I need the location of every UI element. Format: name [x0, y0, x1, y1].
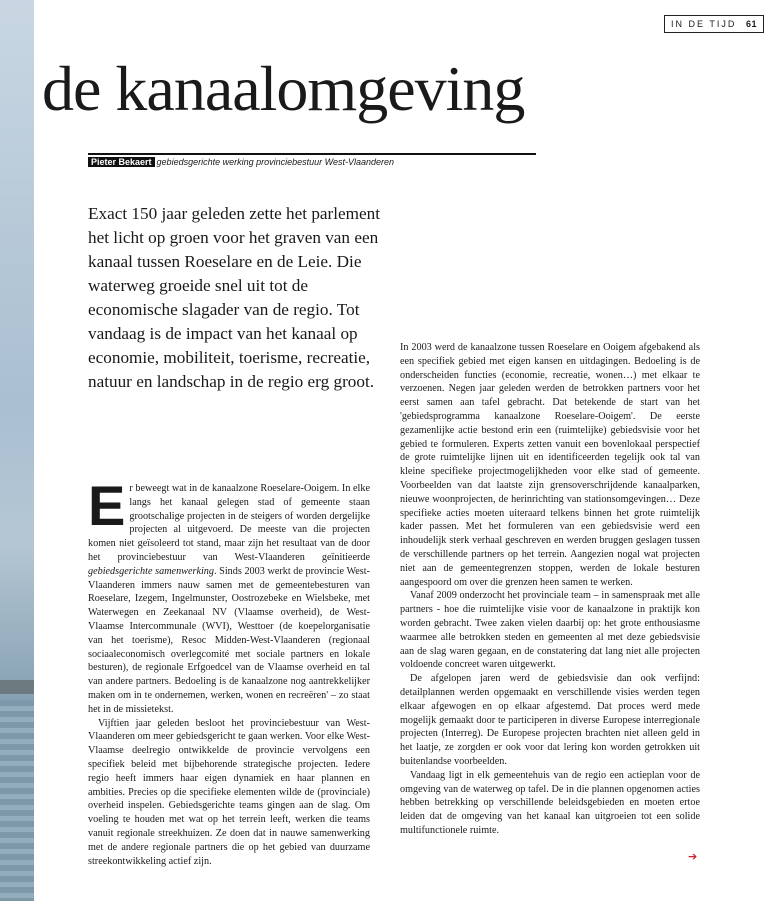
article-title: de kanaalomgeving [42, 53, 525, 124]
paragraph: Vandaag ligt in elk gemeentehuis van de … [400, 769, 700, 836]
author-name: Pieter Bekaert [88, 157, 155, 167]
lead-paragraph: Exact 150 jaar geleden zette het parleme… [88, 204, 381, 391]
bridge-shape [0, 680, 34, 694]
section-header: IN DE TIJD 61 [664, 15, 764, 33]
paragraph: Vijftien jaar geleden besloot het provin… [88, 717, 370, 867]
byline: Pieter Bekaert gebiedsgerichte werking pr… [88, 157, 394, 167]
body-column-right: In 2003 werd de kanaalzone tussen Roesel… [400, 341, 700, 838]
side-photo [0, 0, 34, 901]
title-rule [88, 153, 536, 155]
page-number: 61 [745, 19, 757, 29]
paragraph: In 2003 werd de kanaalzone tussen Roesel… [400, 342, 700, 588]
author-role: gebiedsgerichte werking provinciebestuur… [156, 157, 395, 167]
drop-cap: E [88, 474, 126, 537]
water-shape [0, 700, 34, 901]
paragraph: Er beweegt wat in de kanaalzone Roeselar… [88, 474, 370, 715]
continue-arrow-icon: ➔ [688, 850, 698, 863]
section-label: IN DE TIJD [671, 19, 737, 29]
body-column-left: Er beweegt wat in de kanaalzone Roeselar… [88, 474, 370, 868]
paragraph: Vanaf 2009 onderzocht het provinciale te… [400, 590, 700, 671]
paragraph: De afgelopen jaren werd de gebiedsvisie … [400, 673, 700, 767]
